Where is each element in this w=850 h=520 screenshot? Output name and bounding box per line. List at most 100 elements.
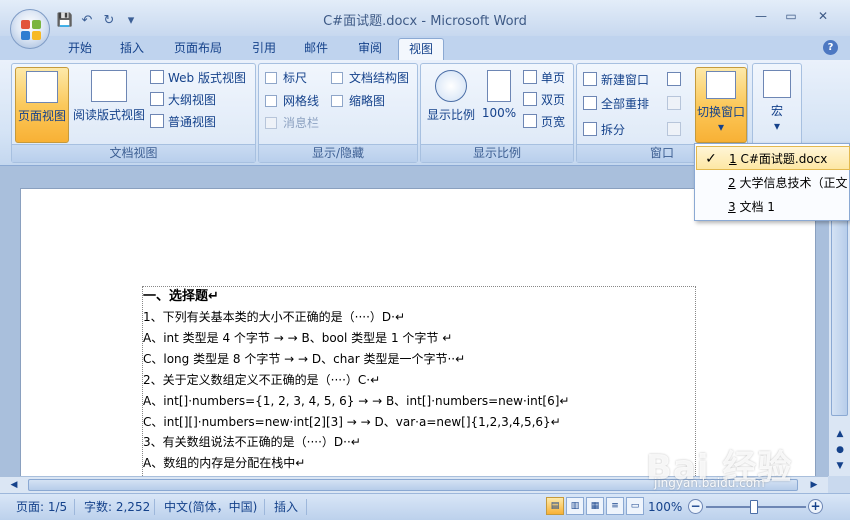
check-icon: ✓ xyxy=(705,151,717,167)
draft-view-icon[interactable]: ▭ xyxy=(626,497,644,515)
print-layout-view-icon[interactable]: ▤ xyxy=(546,497,564,515)
print-layout-icon xyxy=(26,71,58,103)
status-language[interactable]: 中文(简体，中国) xyxy=(164,498,257,516)
doc-line[interactable]: 2、关于定义数组定义不正确的是（····）C·↵ xyxy=(143,370,380,390)
next-page-icon[interactable]: ▼ xyxy=(832,460,848,472)
restore-button[interactable]: ▭ xyxy=(776,6,806,26)
web-layout-button[interactable]: Web 版式视图 xyxy=(150,68,246,88)
macros-arrow-icon: ▾ xyxy=(773,119,781,133)
outline-label: 大纲视图 xyxy=(168,93,217,107)
two-pages-icon xyxy=(523,92,537,106)
draft-button[interactable]: 普通视图 xyxy=(150,112,216,132)
magnifier-icon xyxy=(435,70,467,102)
sync-scroll-icon xyxy=(667,96,681,110)
status-page[interactable]: 页面: 1/5 xyxy=(16,498,67,516)
ribbon-tabs: 开始 插入 页面布局 引用 邮件 审阅 视图 xyxy=(0,36,850,60)
outline-view-icon[interactable]: ≡ xyxy=(606,497,624,515)
tab-review[interactable]: 审阅 xyxy=(350,38,390,60)
group-show-hide: 标尺 文档结构图 网格线 缩略图 消息栏 显示/隐藏 xyxy=(258,63,418,163)
thumbnails-checkbox[interactable]: 缩略图 xyxy=(331,92,385,110)
outline-icon xyxy=(150,92,164,106)
window-title: C#面试题.docx - Microsoft Word xyxy=(323,14,527,29)
doc-line[interactable]: C、int[][]·numbers=new·int[2][3] → → D、va… xyxy=(143,412,561,432)
doc-line[interactable]: A、int 类型是 4 个字节 → → B、bool 类型是 1 个字节 ↵ xyxy=(143,328,452,348)
macros-label: 宏 xyxy=(770,104,783,118)
group-label-document-views: 文档视图 xyxy=(12,144,255,162)
side-by-side-icon xyxy=(667,72,681,86)
split-icon xyxy=(583,122,597,136)
message-bar-checkbox: 消息栏 xyxy=(265,114,319,132)
web-layout-icon xyxy=(150,70,164,84)
split-button[interactable]: 拆分 xyxy=(583,120,625,140)
status-separator xyxy=(154,499,155,515)
print-layout-button[interactable]: 页面视图 xyxy=(15,67,69,143)
message-bar-label: 消息栏 xyxy=(283,116,320,130)
tab-view[interactable]: 视图 xyxy=(398,38,444,60)
macros-button[interactable]: 宏 ▾ xyxy=(756,67,798,143)
group-label-zoom: 显示比例 xyxy=(421,144,573,162)
one-page-button[interactable]: 单页 xyxy=(523,68,565,88)
two-pages-button[interactable]: 双页 xyxy=(523,90,565,110)
zoom-out-button[interactable]: − xyxy=(688,499,703,514)
window-menu-item-3[interactable]: 3 文档 1 xyxy=(696,195,850,219)
office-button[interactable] xyxy=(10,9,50,49)
status-word-count[interactable]: 字数: 2,252 xyxy=(84,498,150,516)
scroll-left-icon[interactable]: ◀ xyxy=(6,479,22,491)
reading-view-icon[interactable]: ▥ xyxy=(566,497,584,515)
doc-line[interactable]: A、数组的内存是分配在栈中↵ xyxy=(143,453,305,473)
zoom-level[interactable]: 100% xyxy=(648,498,682,516)
tab-mailings[interactable]: 邮件 xyxy=(296,38,336,60)
window-menu-item-label: 3 文档 1 xyxy=(728,200,775,214)
message-bar-checkbox-box xyxy=(265,117,277,129)
macros-icon xyxy=(763,70,791,98)
view-side-by-side-button[interactable] xyxy=(667,70,681,90)
new-window-button[interactable]: 新建窗口 xyxy=(583,70,649,90)
view-buttons: ▤ ▥ ▦ ≡ ▭ xyxy=(546,497,644,517)
doc-line[interactable]: 一、选择题↵ xyxy=(143,287,219,307)
two-pages-label: 双页 xyxy=(541,93,566,107)
draft-label: 普通视图 xyxy=(168,115,217,129)
gridlines-checkbox-box xyxy=(265,95,277,107)
switch-windows-arrow-icon: ▾ xyxy=(717,120,725,134)
reset-window-button xyxy=(667,120,681,140)
new-window-icon xyxy=(583,72,597,86)
reading-layout-label: 阅读版式视图 xyxy=(72,108,145,122)
doc-line[interactable]: 1、下列有关基本类的大小不正确的是（····）D·↵ xyxy=(143,307,405,327)
outline-button[interactable]: 大纲视图 xyxy=(150,90,216,110)
doc-line[interactable]: A、int[]·numbers={1, 2, 3, 4, 5, 6} → → B… xyxy=(143,391,569,411)
status-bar: 页面: 1/5 字数: 2,252 中文(简体，中国) 插入 ▤ ▥ ▦ ≡ ▭… xyxy=(0,493,850,520)
gridlines-checkbox[interactable]: 网格线 xyxy=(265,92,319,110)
window-menu-item-2[interactable]: 2 大学信息技术（正文 xyxy=(696,171,850,195)
previous-page-icon[interactable]: ▲ xyxy=(832,428,848,440)
zoom-100-button[interactable]: 100% xyxy=(479,67,519,143)
document-content[interactable]: 一、选择题↵ 1、下列有关基本类的大小不正确的是（····）D·↵ A、int … xyxy=(142,286,696,486)
status-separator xyxy=(306,499,307,515)
zoom-slider-thumb[interactable] xyxy=(750,500,758,514)
tab-home[interactable]: 开始 xyxy=(60,38,100,60)
web-view-icon[interactable]: ▦ xyxy=(586,497,604,515)
tab-insert[interactable]: 插入 xyxy=(112,38,152,60)
zoom-in-button[interactable]: + xyxy=(808,499,823,514)
web-layout-label: Web 版式视图 xyxy=(168,71,246,85)
doc-line[interactable]: C、long 类型是 8 个字节 → → D、char 类型是一个字节··↵ xyxy=(143,349,465,369)
tab-references[interactable]: 引用 xyxy=(244,38,284,60)
title-bar: 💾 ↶ ↻ ▾ C#面试题.docx - Microsoft Word — ▭ … xyxy=(0,0,850,36)
switch-windows-button[interactable]: 切换窗口 ▾ xyxy=(695,67,747,143)
reading-layout-button[interactable]: 阅读版式视图 xyxy=(71,67,147,143)
help-icon[interactable]: ? xyxy=(823,40,838,55)
browse-object-icon[interactable]: ● xyxy=(832,444,848,456)
close-button[interactable]: ✕ xyxy=(808,6,838,26)
window-menu-item-1[interactable]: ✓ 1 C#面试题.docx xyxy=(696,146,850,170)
arrange-all-button[interactable]: 全部重排 xyxy=(583,94,649,114)
ruler-checkbox[interactable]: 标尺 xyxy=(265,69,307,87)
status-insert-mode[interactable]: 插入 xyxy=(274,498,298,516)
window-menu-item-label: 2 大学信息技术（正文 xyxy=(728,176,848,190)
watermark-url: jingyan.baidu.com xyxy=(654,476,765,490)
page-width-button[interactable]: 页宽 xyxy=(523,112,565,132)
zoom-button[interactable]: 显示比例 xyxy=(424,67,478,143)
document-map-checkbox[interactable]: 文档结构图 xyxy=(331,69,409,87)
doc-line[interactable]: 3、有关数组说法不正确的是（····）D··↵ xyxy=(143,432,361,452)
minimize-button[interactable]: — xyxy=(746,6,776,26)
tab-page-layout[interactable]: 页面布局 xyxy=(166,38,230,60)
zoom-100-label: 100% xyxy=(481,106,517,120)
